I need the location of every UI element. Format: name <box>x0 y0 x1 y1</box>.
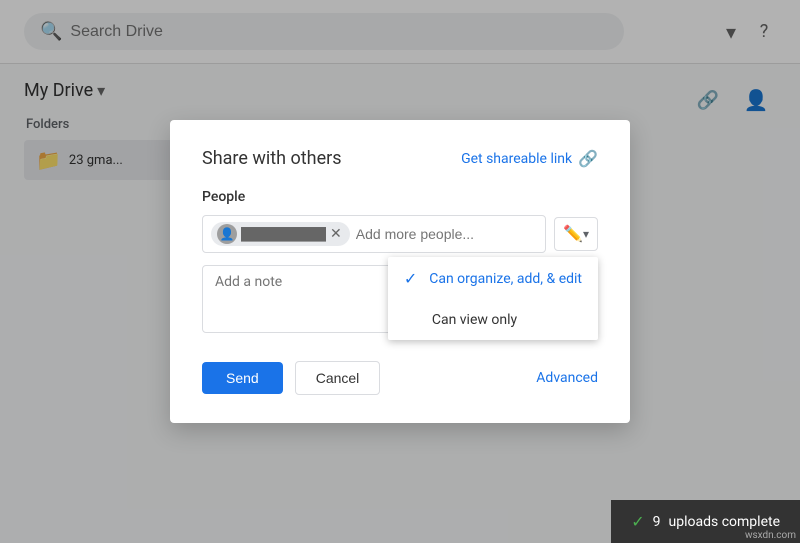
toast-message: uploads complete <box>669 514 780 530</box>
person-chip-name: ██████████ <box>241 227 326 241</box>
toast-check-icon: ✓ <box>631 512 644 531</box>
avatar-icon: 👤 <box>220 227 235 241</box>
chevron-down-icon: ▾ <box>583 227 589 241</box>
dialog-header: Share with others Get shareable link 🔗 <box>202 148 598 169</box>
permission-edit-item[interactable]: ✓ Can organize, add, & edit <box>388 257 598 300</box>
permission-dropdown: ✓ Can organize, add, & edit Can view onl… <box>388 257 598 340</box>
person-avatar: 👤 <box>217 224 237 244</box>
check-icon: ✓ <box>404 269 417 288</box>
people-label: People <box>202 189 598 205</box>
permission-edit-label: Can organize, add, & edit <box>429 271 582 287</box>
get-shareable-link-button[interactable]: Get shareable link 🔗 <box>461 149 598 168</box>
watermark: wsxdn.com <box>745 530 796 541</box>
dialog-title: Share with others <box>202 148 342 169</box>
advanced-link[interactable]: Advanced <box>536 370 598 386</box>
permission-edit-button[interactable]: ✏️ ▾ <box>554 217 598 251</box>
person-chip: 👤 ██████████ ✕ <box>211 222 350 246</box>
toast-count: 9 <box>653 514 661 530</box>
cancel-button[interactable]: Cancel <box>295 361 381 395</box>
people-input-row: 👤 ██████████ ✕ ✏️ ▾ ✓ Can organize, add,… <box>202 215 598 253</box>
add-more-people-input[interactable] <box>356 226 537 242</box>
shareable-link-label: Get shareable link <box>461 151 572 167</box>
pencil-icon: ✏️ <box>563 224 583 244</box>
permission-view-item[interactable]: Can view only <box>388 300 598 340</box>
permission-view-label: Can view only <box>432 312 517 328</box>
link-chain-icon: 🔗 <box>578 149 598 168</box>
chip-close-button[interactable]: ✕ <box>330 227 342 241</box>
share-dialog: Share with others Get shareable link 🔗 P… <box>170 120 630 423</box>
dialog-footer: Send Cancel Advanced <box>202 361 598 395</box>
modal-overlay: Share with others Get shareable link 🔗 P… <box>0 0 800 543</box>
people-input-field[interactable]: 👤 ██████████ ✕ <box>202 215 546 253</box>
send-button[interactable]: Send <box>202 362 283 394</box>
